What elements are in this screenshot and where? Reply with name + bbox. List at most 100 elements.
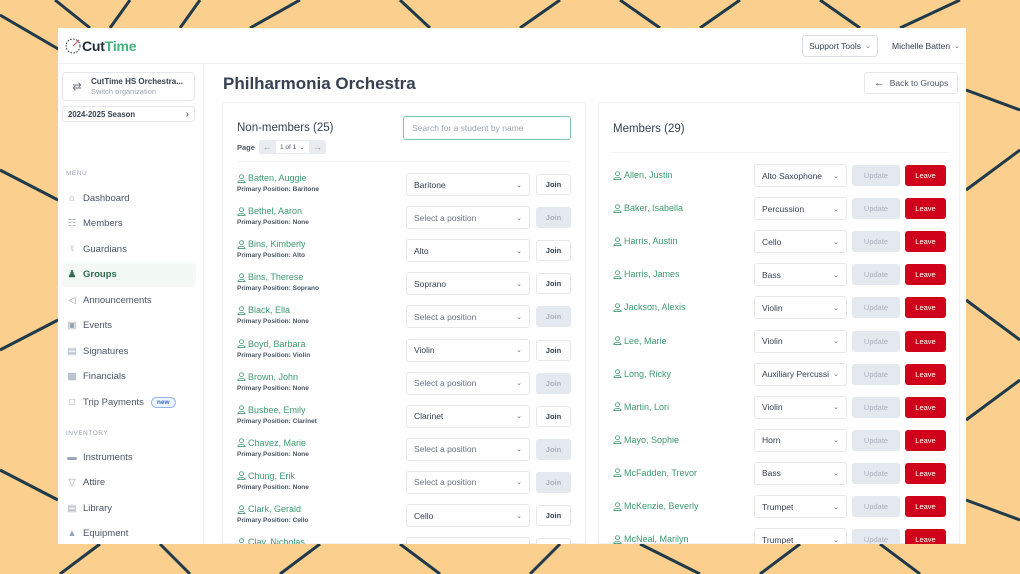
member-name-link[interactable]: Mayo, Sophie bbox=[613, 435, 679, 445]
sidebar-item-groups[interactable]: ♟ Groups bbox=[62, 262, 196, 287]
join-button[interactable]: Join bbox=[536, 207, 571, 229]
update-button[interactable]: Update bbox=[852, 297, 900, 319]
update-button[interactable]: Update bbox=[852, 330, 900, 352]
position-select[interactable]: Violin ⌄ bbox=[754, 296, 847, 320]
position-select[interactable]: Select a position ⌄ bbox=[406, 305, 530, 329]
student-name-link[interactable]: Clark, Gerald bbox=[237, 504, 301, 514]
join-button[interactable]: Join bbox=[536, 405, 571, 427]
leave-button[interactable]: Leave bbox=[905, 529, 946, 544]
leave-button[interactable]: Leave bbox=[905, 198, 946, 220]
support-tools-button[interactable]: Support Tools ⌄ bbox=[802, 35, 878, 57]
sidebar-item-attire[interactable]: ▽ Attire bbox=[62, 471, 196, 495]
member-name-link[interactable]: McKenzie, Beverly bbox=[613, 501, 699, 511]
update-button[interactable]: Update bbox=[852, 529, 900, 544]
position-select[interactable]: Cello ⌄ bbox=[406, 504, 530, 527]
student-name-link[interactable]: Chavez, Marie bbox=[237, 438, 306, 448]
position-select[interactable]: Cello ⌄ bbox=[754, 230, 847, 254]
join-button[interactable]: Join bbox=[536, 174, 571, 195]
join-button[interactable]: Join bbox=[536, 538, 571, 544]
sidebar-item-dashboard[interactable]: ⌂ Dashboard bbox=[62, 186, 196, 210]
sidebar-item-instruments[interactable]: ▬ Instruments bbox=[62, 445, 196, 469]
leave-button[interactable]: Leave bbox=[905, 429, 946, 451]
leave-button[interactable]: Leave bbox=[905, 231, 946, 253]
update-button[interactable]: Update bbox=[852, 198, 900, 220]
join-button[interactable]: Join bbox=[536, 471, 571, 493]
position-select[interactable]: Violin ⌄ bbox=[754, 329, 847, 353]
leave-button[interactable]: Leave bbox=[905, 330, 946, 352]
sidebar-item-financials[interactable]: ▩ Financials bbox=[62, 365, 196, 389]
member-name-link[interactable]: Long, Ricky bbox=[613, 369, 671, 379]
member-name-link[interactable]: Harris, Austin bbox=[613, 236, 678, 246]
update-button[interactable]: Update bbox=[852, 231, 900, 253]
position-select[interactable]: Soprano ⌄ bbox=[406, 272, 530, 296]
page-select[interactable]: 1 of 1 ⌄ bbox=[274, 140, 310, 154]
student-name-link[interactable]: Clay, Nicholas bbox=[237, 537, 305, 544]
update-button[interactable]: Update bbox=[852, 496, 900, 517]
position-select[interactable]: Select a position ⌄ bbox=[406, 206, 530, 230]
prev-page-button[interactable]: ← bbox=[259, 140, 275, 154]
leave-button[interactable]: Leave bbox=[905, 264, 946, 286]
position-select[interactable]: Bass ⌄ bbox=[754, 461, 847, 485]
student-search-input[interactable] bbox=[403, 116, 571, 140]
member-name-link[interactable]: Harris, James bbox=[613, 269, 680, 279]
position-select[interactable]: Percussion ⌄ bbox=[754, 197, 847, 221]
position-select[interactable]: Auxiliary Percussion ⌄ bbox=[754, 362, 847, 386]
student-name-link[interactable]: Brown, John bbox=[237, 372, 298, 382]
join-button[interactable]: Join bbox=[536, 505, 571, 526]
leave-button[interactable]: Leave bbox=[905, 297, 946, 319]
join-button[interactable]: Join bbox=[536, 339, 571, 361]
leave-button[interactable]: Leave bbox=[905, 462, 946, 484]
join-button[interactable]: Join bbox=[536, 240, 571, 262]
member-name-link[interactable]: Martin, Lori bbox=[613, 402, 669, 412]
position-select[interactable]: ⌄ bbox=[406, 537, 530, 544]
next-page-button[interactable]: → bbox=[310, 140, 326, 154]
position-select[interactable]: Violin ⌄ bbox=[754, 395, 847, 419]
update-button[interactable]: Update bbox=[852, 396, 900, 418]
student-name-link[interactable]: Bins, Therese bbox=[237, 272, 303, 282]
position-select[interactable]: Alto Saxophone ⌄ bbox=[754, 164, 847, 187]
sidebar-item-library[interactable]: ▤ Library bbox=[62, 496, 196, 520]
position-select[interactable]: Trumpet ⌄ bbox=[754, 495, 847, 518]
position-select[interactable]: Select a position ⌄ bbox=[406, 437, 530, 461]
sidebar-item-members[interactable]: ☷ Members bbox=[62, 212, 196, 236]
position-select[interactable]: Select a position ⌄ bbox=[406, 371, 530, 395]
position-select[interactable]: Bass ⌄ bbox=[754, 263, 847, 287]
join-button[interactable]: Join bbox=[536, 438, 571, 460]
student-name-link[interactable]: Batten, Auggie bbox=[237, 173, 307, 183]
join-button[interactable]: Join bbox=[536, 372, 571, 394]
leave-button[interactable]: Leave bbox=[905, 363, 946, 385]
leave-button[interactable]: Leave bbox=[905, 165, 946, 186]
student-name-link[interactable]: Bins, Kimberly bbox=[237, 239, 306, 249]
sidebar-item-equipment[interactable]: ▲ Equipment bbox=[62, 522, 196, 545]
member-name-link[interactable]: Jackson, Alexis bbox=[613, 302, 686, 312]
member-name-link[interactable]: Allen, Justin bbox=[613, 170, 673, 180]
student-name-link[interactable]: Busbee, Emily bbox=[237, 405, 306, 415]
sidebar-item-announcements[interactable]: ◁ Announcements bbox=[62, 288, 196, 312]
position-select[interactable]: Violin ⌄ bbox=[406, 338, 530, 362]
position-select[interactable]: Select a position ⌄ bbox=[406, 470, 530, 494]
member-name-link[interactable]: McNeal, Marilyn bbox=[613, 534, 689, 544]
update-button[interactable]: Update bbox=[852, 165, 900, 186]
member-name-link[interactable]: Baker, Isabella bbox=[613, 203, 683, 213]
student-name-link[interactable]: Boyd, Barbara bbox=[237, 339, 306, 349]
update-button[interactable]: Update bbox=[852, 363, 900, 385]
sidebar-item-signatures[interactable]: ▤ Signatures bbox=[62, 339, 196, 363]
student-name-link[interactable]: Chung, Erik bbox=[237, 471, 295, 481]
user-menu[interactable]: Michelle Batten ⌄ bbox=[892, 35, 960, 57]
position-select[interactable]: Baritone ⌄ bbox=[406, 173, 530, 196]
position-select[interactable]: Alto ⌄ bbox=[406, 239, 530, 263]
update-button[interactable]: Update bbox=[852, 264, 900, 286]
back-to-groups-button[interactable]: ← Back to Groups bbox=[864, 72, 958, 94]
student-name-link[interactable]: Black, Ella bbox=[237, 305, 290, 315]
member-name-link[interactable]: Lee, Marie bbox=[613, 336, 667, 346]
sidebar-item-trip-payments[interactable]: □ Trip Payments new bbox=[62, 390, 196, 414]
student-name-link[interactable]: Bethel, Aaron bbox=[237, 206, 302, 216]
update-button[interactable]: Update bbox=[852, 462, 900, 484]
member-name-link[interactable]: McFadden, Trevor bbox=[613, 468, 697, 478]
position-select[interactable]: Trumpet ⌄ bbox=[754, 528, 847, 544]
sidebar-item-guardians[interactable]: ☿ Guardians bbox=[62, 237, 196, 261]
leave-button[interactable]: Leave bbox=[905, 496, 946, 517]
cuttime-logo[interactable]: CutTime bbox=[64, 35, 137, 57]
season-selector[interactable]: 2024-2025 Season › bbox=[62, 106, 195, 122]
sidebar-item-events[interactable]: ▣ Events bbox=[62, 314, 196, 338]
